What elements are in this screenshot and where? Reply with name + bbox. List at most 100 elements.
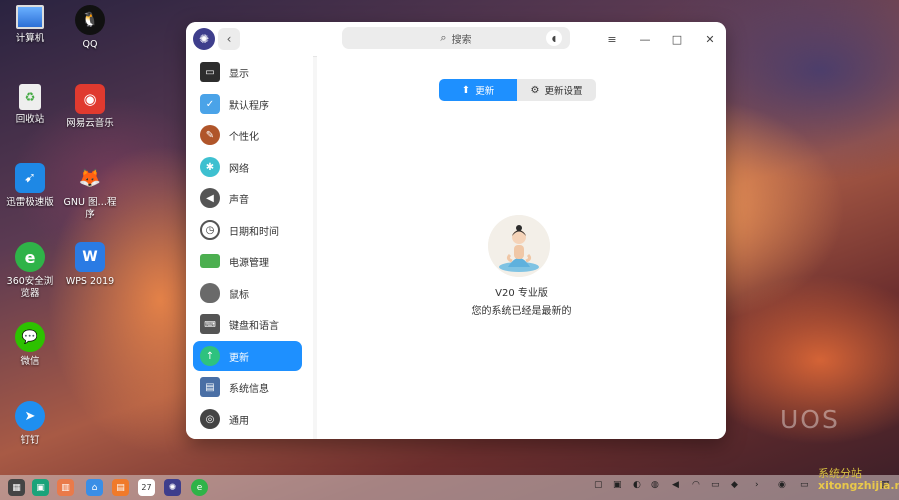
update-panel: ⬆ 更新 ⚙ 更新设置 V20 专业版 您的系统已经是最新的 — [317, 56, 726, 439]
sidebar-item-label: 系统信息 — [229, 383, 269, 395]
sidebar-item-default-apps[interactable]: ✓ 默认程序 — [193, 89, 302, 119]
update-icon: ⬆ — [461, 84, 471, 96]
sidebar-item-mouse[interactable]: 鼠标 — [193, 278, 302, 308]
desktop-icon-label: GNU 图…程序 — [63, 197, 117, 220]
desktop-icon-computer[interactable]: 计算机 — [2, 5, 58, 45]
tray-app-icon[interactable]: ▣ — [613, 480, 622, 490]
wps-icon: W — [75, 242, 105, 272]
sidebar-item-label: 声音 — [229, 194, 249, 206]
launcher-icon[interactable]: ▦ — [8, 479, 25, 496]
file-manager-icon[interactable]: ▥ — [57, 479, 74, 496]
desktop-icon-wps[interactable]: W WPS 2019 — [62, 242, 118, 288]
edition-version: V20 专业版 — [495, 288, 548, 299]
maximize-button[interactable]: □ — [669, 31, 685, 47]
search-placeholder: 搜索 — [451, 34, 472, 46]
thunder-icon: ➹ — [15, 163, 45, 193]
wechat-tray-icon[interactable]: ◍ — [651, 480, 659, 490]
notification-icon[interactable]: ◆ — [731, 480, 738, 490]
tray-window-icon[interactable]: ▭ — [800, 480, 809, 490]
dingtalk-icon: ➤ — [15, 401, 45, 431]
sidebar-item-label: 个性化 — [229, 131, 259, 143]
volume-icon[interactable]: ◀ — [672, 480, 679, 490]
desktop-icon-label: 迅雷极速版 — [6, 197, 54, 208]
chevron-left-icon: ‹ — [226, 32, 232, 46]
wechat-icon: 💬 — [15, 322, 45, 352]
settings-sidebar: ▭ 显示 ✓ 默认程序 ✎ 个性化 ✱ 网络 ◀ 声音 ◷ 日期和时间 电源管理 — [186, 56, 313, 439]
sidebar-item-network[interactable]: ✱ 网络 — [193, 152, 302, 182]
sidebar-item-personalization[interactable]: ✎ 个性化 — [193, 120, 302, 150]
clock-icon: ◷ — [200, 220, 220, 240]
tab-label: 更新设置 — [544, 86, 583, 97]
sidebar-item-label: 默认程序 — [229, 100, 269, 112]
app-store-icon[interactable]: ⌂ — [86, 479, 103, 496]
tab-update[interactable]: ⬆ 更新 — [439, 79, 517, 101]
sidebar-item-label: 鼠标 — [229, 289, 249, 301]
general-settings-icon: ◎ — [200, 409, 220, 429]
sidebar-item-sound[interactable]: ◀ 声音 — [193, 183, 302, 213]
maximize-icon: □ — [671, 32, 683, 46]
uos-watermark: UOS — [780, 405, 840, 434]
back-button[interactable]: ‹ — [218, 28, 240, 50]
search-input[interactable]: ⌕ 搜索 ◖ — [342, 27, 570, 49]
speaker-icon: ◀ — [200, 188, 220, 208]
qq-tray-icon[interactable]: ◐ — [633, 480, 641, 490]
desktop-icon-gimp[interactable]: 🦊 GNU 图…程序 — [62, 163, 118, 221]
tab-update-settings[interactable]: ⚙ 更新设置 — [517, 79, 596, 101]
desktop-icon-label: 计算机 — [15, 33, 45, 44]
desktop-icon-dingtalk[interactable]: ➤ 钉钉 — [2, 401, 58, 447]
voice-input-icon[interactable]: ◖ — [546, 30, 562, 46]
site-watermark: xitongzhijia.net — [818, 479, 899, 492]
default-apps-icon: ✓ — [200, 94, 220, 114]
monitor-icon: ▭ — [200, 62, 220, 82]
sidebar-item-label: 网络 — [229, 163, 249, 175]
sidebar-item-keyboard[interactable]: ⌨ 键盘和语言 — [193, 309, 302, 339]
screenshot-icon[interactable]: ▢ — [594, 480, 603, 490]
computer-icon — [16, 5, 44, 29]
multitask-icon[interactable]: ▣ — [32, 479, 49, 496]
menu-button[interactable]: ≡ — [604, 31, 620, 47]
desktop-icon-wechat[interactable]: 💬 微信 — [2, 322, 58, 368]
calendar-icon[interactable]: 27 — [138, 479, 155, 496]
control-center-window: ✺ ‹ ⌕ 搜索 ◖ ≡ — □ ✕ ▭ 显示 ✓ 默认程序 ✎ 个性化 ✱ 网… — [186, 22, 726, 439]
sidebar-item-power[interactable]: 电源管理 — [193, 246, 302, 276]
desktop-icon-360[interactable]: e 360安全浏览器 — [2, 242, 58, 300]
battery-tray-icon[interactable]: ▭ — [711, 480, 720, 490]
expand-tray-icon[interactable]: › — [755, 480, 759, 490]
update-arrow-icon: ↑ — [200, 346, 220, 366]
taskbar: ▦ ▣ ▥ ⌂ ▤ 27 ✺ e ▢ ▣ ◐ ◍ ◀ ◠ ▭ ◆ › ◉ ▭ ▥ — [0, 475, 899, 500]
hamburger-icon: ≡ — [607, 32, 617, 46]
gear-icon: ⚙ — [530, 84, 540, 96]
desktop-icon-label: 微信 — [20, 356, 40, 367]
close-icon: ✕ — [705, 32, 715, 46]
desktop-icon-label: QQ — [82, 39, 98, 50]
desktop-icon-trash[interactable]: ♻ 回收站 — [2, 84, 58, 126]
desktop-icon-label: 回收站 — [15, 114, 45, 125]
deepin-logo-icon: ✺ — [193, 28, 215, 50]
mouse-icon — [200, 283, 220, 303]
trash-icon: ♻ — [19, 84, 41, 110]
sidebar-item-general[interactable]: ◎ 通用 — [193, 404, 302, 434]
control-center-icon[interactable]: ✺ — [164, 479, 181, 496]
sidebar-item-system-info[interactable]: ▤ 系统信息 — [193, 372, 302, 402]
360-browser-taskbar-icon[interactable]: e — [191, 479, 208, 496]
wifi-icon[interactable]: ◠ — [692, 480, 700, 490]
archive-icon[interactable]: ▤ — [112, 479, 129, 496]
sidebar-item-display[interactable]: ▭ 显示 — [193, 57, 302, 87]
close-button[interactable]: ✕ — [702, 31, 718, 47]
sidebar-item-label: 日期和时间 — [229, 226, 279, 238]
desktop-icon-qq[interactable]: 🐧 QQ — [62, 5, 118, 51]
sidebar-item-update[interactable]: ↑ 更新 — [193, 341, 302, 371]
titlebar: ✺ ‹ ⌕ 搜索 ◖ ≡ — □ ✕ — [186, 22, 726, 57]
sidebar-item-label: 显示 — [229, 68, 249, 80]
desktop-icon-thunder[interactable]: ➹ 迅雷极速版 — [2, 163, 58, 209]
tab-label: 更新 — [475, 86, 495, 97]
desktop-icon-netease[interactable]: ◉ 网易云音乐 — [62, 84, 118, 130]
browser-tray-icon[interactable]: ◉ — [778, 480, 786, 490]
desktop-icon-label: WPS 2019 — [65, 276, 115, 287]
desktop-icon-label: 网易云音乐 — [66, 118, 114, 129]
battery-icon — [200, 254, 220, 268]
minimize-button[interactable]: — — [637, 31, 653, 47]
sidebar-item-datetime[interactable]: ◷ 日期和时间 — [193, 215, 302, 245]
minimize-icon: — — [639, 32, 651, 46]
sidebar-item-label: 通用 — [229, 415, 249, 427]
